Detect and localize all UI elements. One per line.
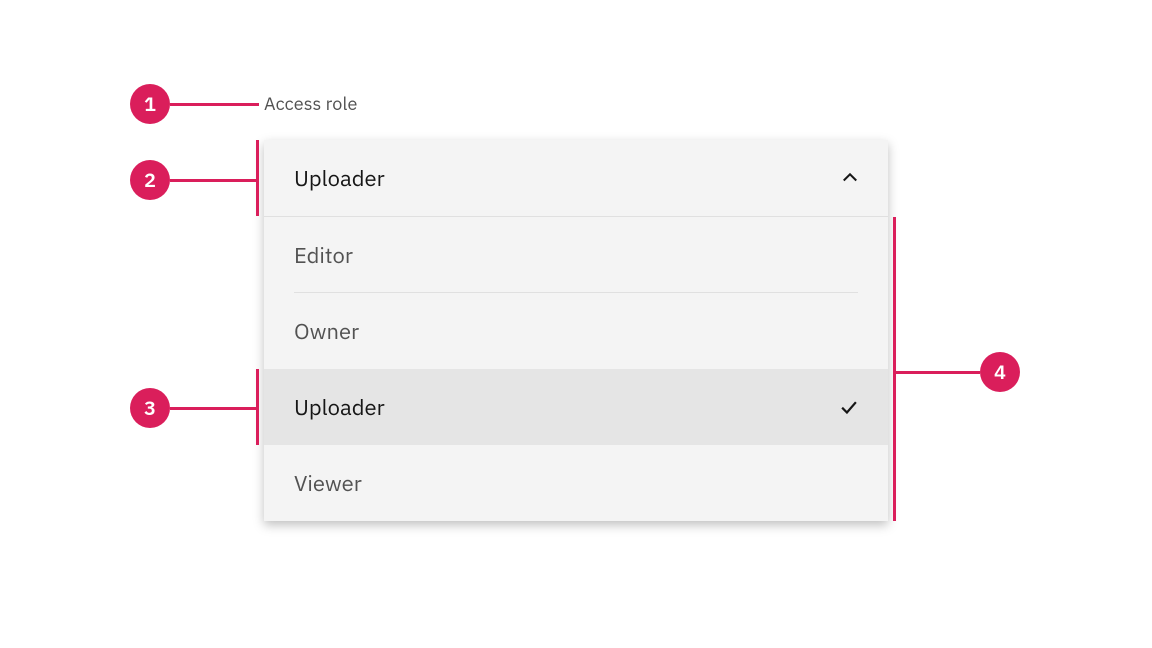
dropdown-menu: Editor Owner Uploader Viewer <box>264 217 888 521</box>
dropdown-label: Access role <box>264 92 357 115</box>
annotation-bracket-2 <box>256 140 259 216</box>
dropdown-option-label: Owner <box>294 317 359 346</box>
annotation-connector-2 <box>170 179 256 182</box>
chevron-up-icon <box>840 168 860 188</box>
dropdown-option-label: Editor <box>294 241 353 270</box>
annotation-dot-2: 2 <box>130 160 170 200</box>
annotation-dot-1: 1 <box>130 84 170 124</box>
annotation-dot-3: 3 <box>130 388 170 428</box>
annotation-connector-3 <box>170 407 256 410</box>
annotation-connector-1 <box>170 103 259 106</box>
dropdown-option-label: Viewer <box>294 469 362 498</box>
dropdown-field[interactable]: Uploader <box>264 140 888 217</box>
dropdown-selected-value: Uploader <box>294 164 385 193</box>
dropdown-option-owner[interactable]: Owner <box>264 293 888 369</box>
dropdown: Uploader Editor Owner Uploader <box>264 140 888 521</box>
dropdown-option-label: Uploader <box>294 393 385 422</box>
diagram-canvas: Access role Uploader Editor Owner Upload… <box>0 0 1152 648</box>
annotation-bracket-3 <box>256 369 259 445</box>
dropdown-option-editor[interactable]: Editor <box>264 217 888 293</box>
dropdown-option-viewer[interactable]: Viewer <box>264 445 888 521</box>
annotation-bracket-4 <box>893 217 896 521</box>
annotation-dot-4: 4 <box>980 352 1020 392</box>
dropdown-option-uploader[interactable]: Uploader <box>264 369 888 445</box>
checkmark-icon <box>838 396 860 418</box>
annotation-connector-4 <box>896 371 980 374</box>
